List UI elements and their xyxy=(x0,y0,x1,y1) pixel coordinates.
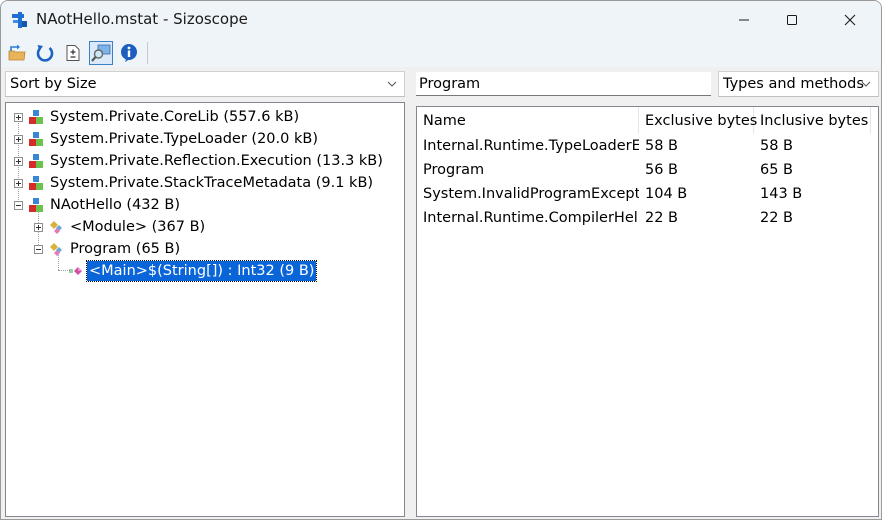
search-input[interactable] xyxy=(416,72,711,96)
tree-item-label: <Main>$(String[]) : Int32 (9 B) xyxy=(85,260,318,282)
minimize-button[interactable] xyxy=(721,1,767,39)
table-row[interactable]: Internal.Runtime.TypeLoaderEx... 58 B 58… xyxy=(417,134,878,158)
assembly-tree[interactable]: System.Private.CoreLib (557.6 kB) System… xyxy=(5,102,405,517)
table-row[interactable]: Internal.Runtime.CompilerHelp... 22 B 22… xyxy=(417,206,878,230)
cell-name: System.InvalidProgramExcepti... xyxy=(423,186,639,202)
close-icon xyxy=(844,14,856,26)
cell-inclusive: 58 B xyxy=(760,138,794,154)
table-row[interactable]: System.InvalidProgramExcepti... 104 B 14… xyxy=(417,182,878,206)
open-file-button[interactable] xyxy=(5,41,29,65)
expand-button[interactable] xyxy=(14,135,23,144)
tree-item[interactable]: <Module> (367 B) xyxy=(6,216,207,238)
chevron-down-icon xyxy=(387,81,397,87)
toolbar xyxy=(1,39,881,67)
column-header-name[interactable]: Name xyxy=(417,107,639,134)
search-window-icon xyxy=(91,44,111,62)
column-header-exclusive[interactable]: Exclusive bytes xyxy=(639,107,757,134)
assembly-icon xyxy=(29,154,43,168)
results-list[interactable]: Name Exclusive bytes Inclusive bytes Int… xyxy=(416,106,879,517)
tree-item-selected[interactable]: <Main>$(String[]) : Int32 (9 B) xyxy=(6,260,318,282)
maximize-icon xyxy=(787,15,797,25)
cell-name: Internal.Runtime.CompilerHelp... xyxy=(423,210,639,226)
cell-exclusive: 22 B xyxy=(645,210,679,226)
cell-exclusive: 104 B xyxy=(645,186,688,202)
tree-item-label: System.Private.StackTraceMetadata (9.1 k… xyxy=(50,175,374,191)
sort-select-value: Sort by Size xyxy=(10,76,97,92)
expand-button[interactable] xyxy=(14,113,23,122)
tree-item-label: System.Private.Reflection.Execution (13.… xyxy=(50,153,383,169)
tree-item[interactable]: System.Private.CoreLib (557.6 kB) xyxy=(6,106,301,128)
cell-inclusive: 143 B xyxy=(760,186,803,202)
class-icon xyxy=(50,243,62,256)
method-icon xyxy=(69,267,82,275)
assembly-icon xyxy=(29,110,43,124)
sort-select[interactable]: Sort by Size xyxy=(5,71,405,97)
cell-name: Internal.Runtime.TypeLoaderEx... xyxy=(423,138,639,154)
toolbar-separator xyxy=(147,42,148,64)
open-folder-icon xyxy=(8,44,26,61)
sizoscope-icon xyxy=(12,12,27,28)
diff-button[interactable] xyxy=(61,41,85,65)
tree-item-label: System.Private.CoreLib (557.6 kB) xyxy=(50,109,300,125)
tree-item-label: <Module> (367 B) xyxy=(70,219,206,235)
refresh-button[interactable] xyxy=(33,41,57,65)
cell-exclusive: 56 B xyxy=(645,162,679,178)
assembly-icon xyxy=(29,132,43,146)
tree-item[interactable]: NAotHello (432 B) xyxy=(6,194,182,216)
tree-item[interactable]: Program (65 B) xyxy=(6,238,182,260)
assembly-icon xyxy=(29,198,43,212)
about-button[interactable] xyxy=(117,41,141,65)
collapse-button[interactable] xyxy=(34,245,43,254)
minimize-icon xyxy=(739,19,749,21)
cell-exclusive: 58 B xyxy=(645,138,679,154)
close-button[interactable] xyxy=(827,1,873,39)
chevron-down-icon xyxy=(861,81,871,87)
title-bar: NAotHello.mstat - Sizoscope xyxy=(1,1,881,39)
info-icon xyxy=(121,44,137,62)
refresh-icon xyxy=(36,45,54,62)
column-header-inclusive[interactable]: Inclusive bytes xyxy=(754,107,871,134)
kind-select[interactable]: Types and methods xyxy=(718,71,879,97)
kind-select-value: Types and methods xyxy=(723,76,864,92)
tree-item[interactable]: System.Private.Reflection.Execution (13.… xyxy=(6,150,385,172)
tree-item[interactable]: System.Private.TypeLoader (20.0 kB) xyxy=(6,128,320,150)
maximize-button[interactable] xyxy=(769,1,815,39)
search-button[interactable] xyxy=(89,41,113,65)
class-icon xyxy=(50,221,62,234)
tree-item-label: NAotHello (432 B) xyxy=(50,197,180,213)
collapse-button[interactable] xyxy=(14,201,23,210)
table-row[interactable]: Program 56 B 65 B xyxy=(417,158,878,182)
tree-item[interactable]: System.Private.StackTraceMetadata (9.1 k… xyxy=(6,172,375,194)
list-header: Name Exclusive bytes Inclusive bytes xyxy=(417,107,878,134)
assembly-icon xyxy=(29,176,43,190)
expand-button[interactable] xyxy=(34,223,43,232)
cell-inclusive: 22 B xyxy=(760,210,794,226)
cell-inclusive: 65 B xyxy=(760,162,794,178)
tree-item-label: System.Private.TypeLoader (20.0 kB) xyxy=(50,131,318,147)
expand-button[interactable] xyxy=(14,179,23,188)
window-title: NAotHello.mstat - Sizoscope xyxy=(36,10,248,28)
app-window: NAotHello.mstat - Sizoscope Sort by Size… xyxy=(0,0,882,520)
expand-button[interactable] xyxy=(14,157,23,166)
tree-item-label: Program (65 B) xyxy=(70,241,181,257)
diff-document-icon xyxy=(66,45,80,61)
cell-name: Program xyxy=(423,162,485,178)
